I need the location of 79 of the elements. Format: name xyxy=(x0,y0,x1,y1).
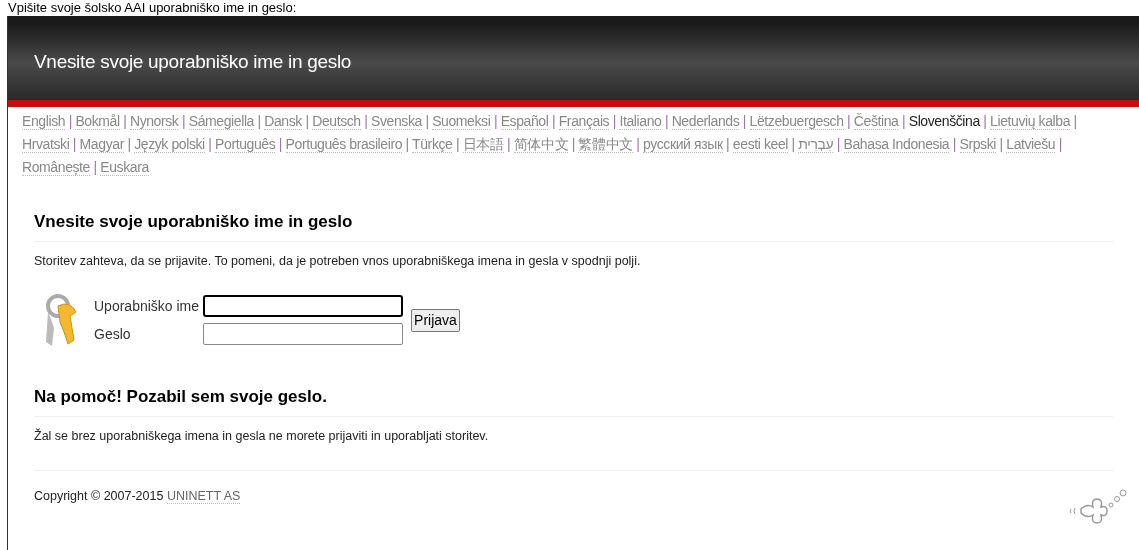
language-link[interactable]: Srpski xyxy=(959,136,996,153)
language-link[interactable]: Svenska xyxy=(371,113,422,130)
login-description: Storitev zahteva, da se prijavite. To pomeni, da je potreben vnos uporabniškega imena in gesla v spodnji polji. xyxy=(34,252,642,270)
separator-text: | xyxy=(71,136,78,152)
separator-text: | xyxy=(424,113,430,129)
separator-text: | xyxy=(180,113,187,129)
language-link[interactable]: Suomeksi xyxy=(432,113,491,130)
login-heading: Vnesite svoje uporabniško ime in geslo xyxy=(34,209,1113,242)
separator-text: | xyxy=(835,136,842,152)
language-link[interactable]: русский язык xyxy=(643,136,723,153)
copyright-text: Copyright © 2007-2015 xyxy=(34,488,165,503)
language-link[interactable]: Português brasileiro xyxy=(285,136,403,153)
language-link[interactable]: 简体中文 xyxy=(513,136,569,153)
language-link[interactable]: Español xyxy=(500,113,549,130)
language-link[interactable]: eesti keel xyxy=(732,136,788,153)
language-link[interactable]: Magyar xyxy=(79,136,124,153)
separator-text: | xyxy=(982,113,988,129)
language-link[interactable]: English xyxy=(22,113,66,130)
separator-text: | xyxy=(790,136,796,152)
separator-text: | xyxy=(122,113,128,129)
separator-text: | xyxy=(304,113,310,129)
separator-text: | xyxy=(1057,136,1062,152)
separator-text: | xyxy=(277,136,284,152)
language-link[interactable]: Hrvatski xyxy=(22,136,70,153)
separator-text: | xyxy=(951,136,957,152)
help-text: Žal se brez uporabniškega imena in gesla ne morete prijaviti in uporabljati storitev. xyxy=(34,427,490,445)
language-link[interactable]: Lëtzebuergesch xyxy=(749,113,844,130)
separator-text: | xyxy=(404,136,410,152)
separator-text: | xyxy=(998,136,1004,152)
separator-text: | xyxy=(663,113,670,129)
language-link[interactable]: Bokmål xyxy=(75,113,120,130)
password-label: Geslo xyxy=(94,324,132,344)
separator-text: | xyxy=(635,136,641,152)
language-link[interactable]: Românește xyxy=(22,159,90,176)
separator-text: | xyxy=(67,113,73,129)
language-link[interactable]: Deutsch xyxy=(312,113,361,130)
language-link[interactable]: Bahasa Indonesia xyxy=(843,136,950,153)
help-heading: Na pomoč! Pozabil sem svoje geslo. xyxy=(34,384,1113,417)
language-link[interactable]: Dansk xyxy=(264,113,302,130)
language-link[interactable]: Italiano xyxy=(619,113,662,130)
language-link[interactable]: Latviešu xyxy=(1006,136,1056,153)
language-link[interactable]: Język polski xyxy=(134,136,205,153)
username-field[interactable] xyxy=(203,295,404,318)
separator-text: | xyxy=(846,113,852,129)
separator-text: | xyxy=(492,113,499,129)
separator-text: | xyxy=(126,136,132,152)
language-link[interactable]: Türkçe xyxy=(412,136,453,153)
header-title: Vnesite svoje uporabniško ime in geslo xyxy=(34,50,352,75)
separator-text: | xyxy=(92,159,98,175)
puzzle-logo-icon xyxy=(1067,488,1127,525)
language-link[interactable]: Nederlands xyxy=(671,113,740,130)
separator-text: | xyxy=(256,113,262,129)
separator-text: | xyxy=(550,113,557,129)
separator-text: | xyxy=(363,113,369,129)
separator-text: | xyxy=(570,136,576,152)
password-field[interactable] xyxy=(203,323,404,346)
separator-text: | xyxy=(611,113,617,129)
separator-text: | xyxy=(1072,113,1077,129)
language-link[interactable]: 日本語 xyxy=(462,136,504,153)
language-link[interactable]: 繁體中文 xyxy=(578,136,633,153)
separator-text: | xyxy=(207,136,213,152)
separator-text: | xyxy=(725,136,731,152)
language-link[interactable]: Nynorsk xyxy=(129,113,179,130)
login-button[interactable]: Prijava xyxy=(411,308,460,332)
language-link[interactable]: Čeština xyxy=(853,113,899,130)
separator-text: | xyxy=(454,136,461,152)
language-link[interactable]: Lietuvių kalba xyxy=(990,113,1071,130)
company-link[interactable]: UNINETT AS xyxy=(166,488,241,504)
language-link[interactable]: Euskara xyxy=(100,159,149,176)
caption-text: Vpišite svoje šolsko AAI uporabniško ime in geslo: xyxy=(8,0,297,16)
separator-text: | xyxy=(900,113,907,129)
language-link[interactable]: Slovenščina xyxy=(908,113,980,129)
username-label: Uporabniško ime xyxy=(94,296,200,316)
language-link[interactable]: Sámegiella xyxy=(188,113,254,130)
language-link[interactable]: עִבְרִית xyxy=(798,136,834,153)
separator-text: | xyxy=(741,113,747,129)
separator-text: | xyxy=(506,136,512,152)
language-link[interactable]: Português xyxy=(215,136,276,153)
language-link[interactable]: Français xyxy=(558,113,610,130)
